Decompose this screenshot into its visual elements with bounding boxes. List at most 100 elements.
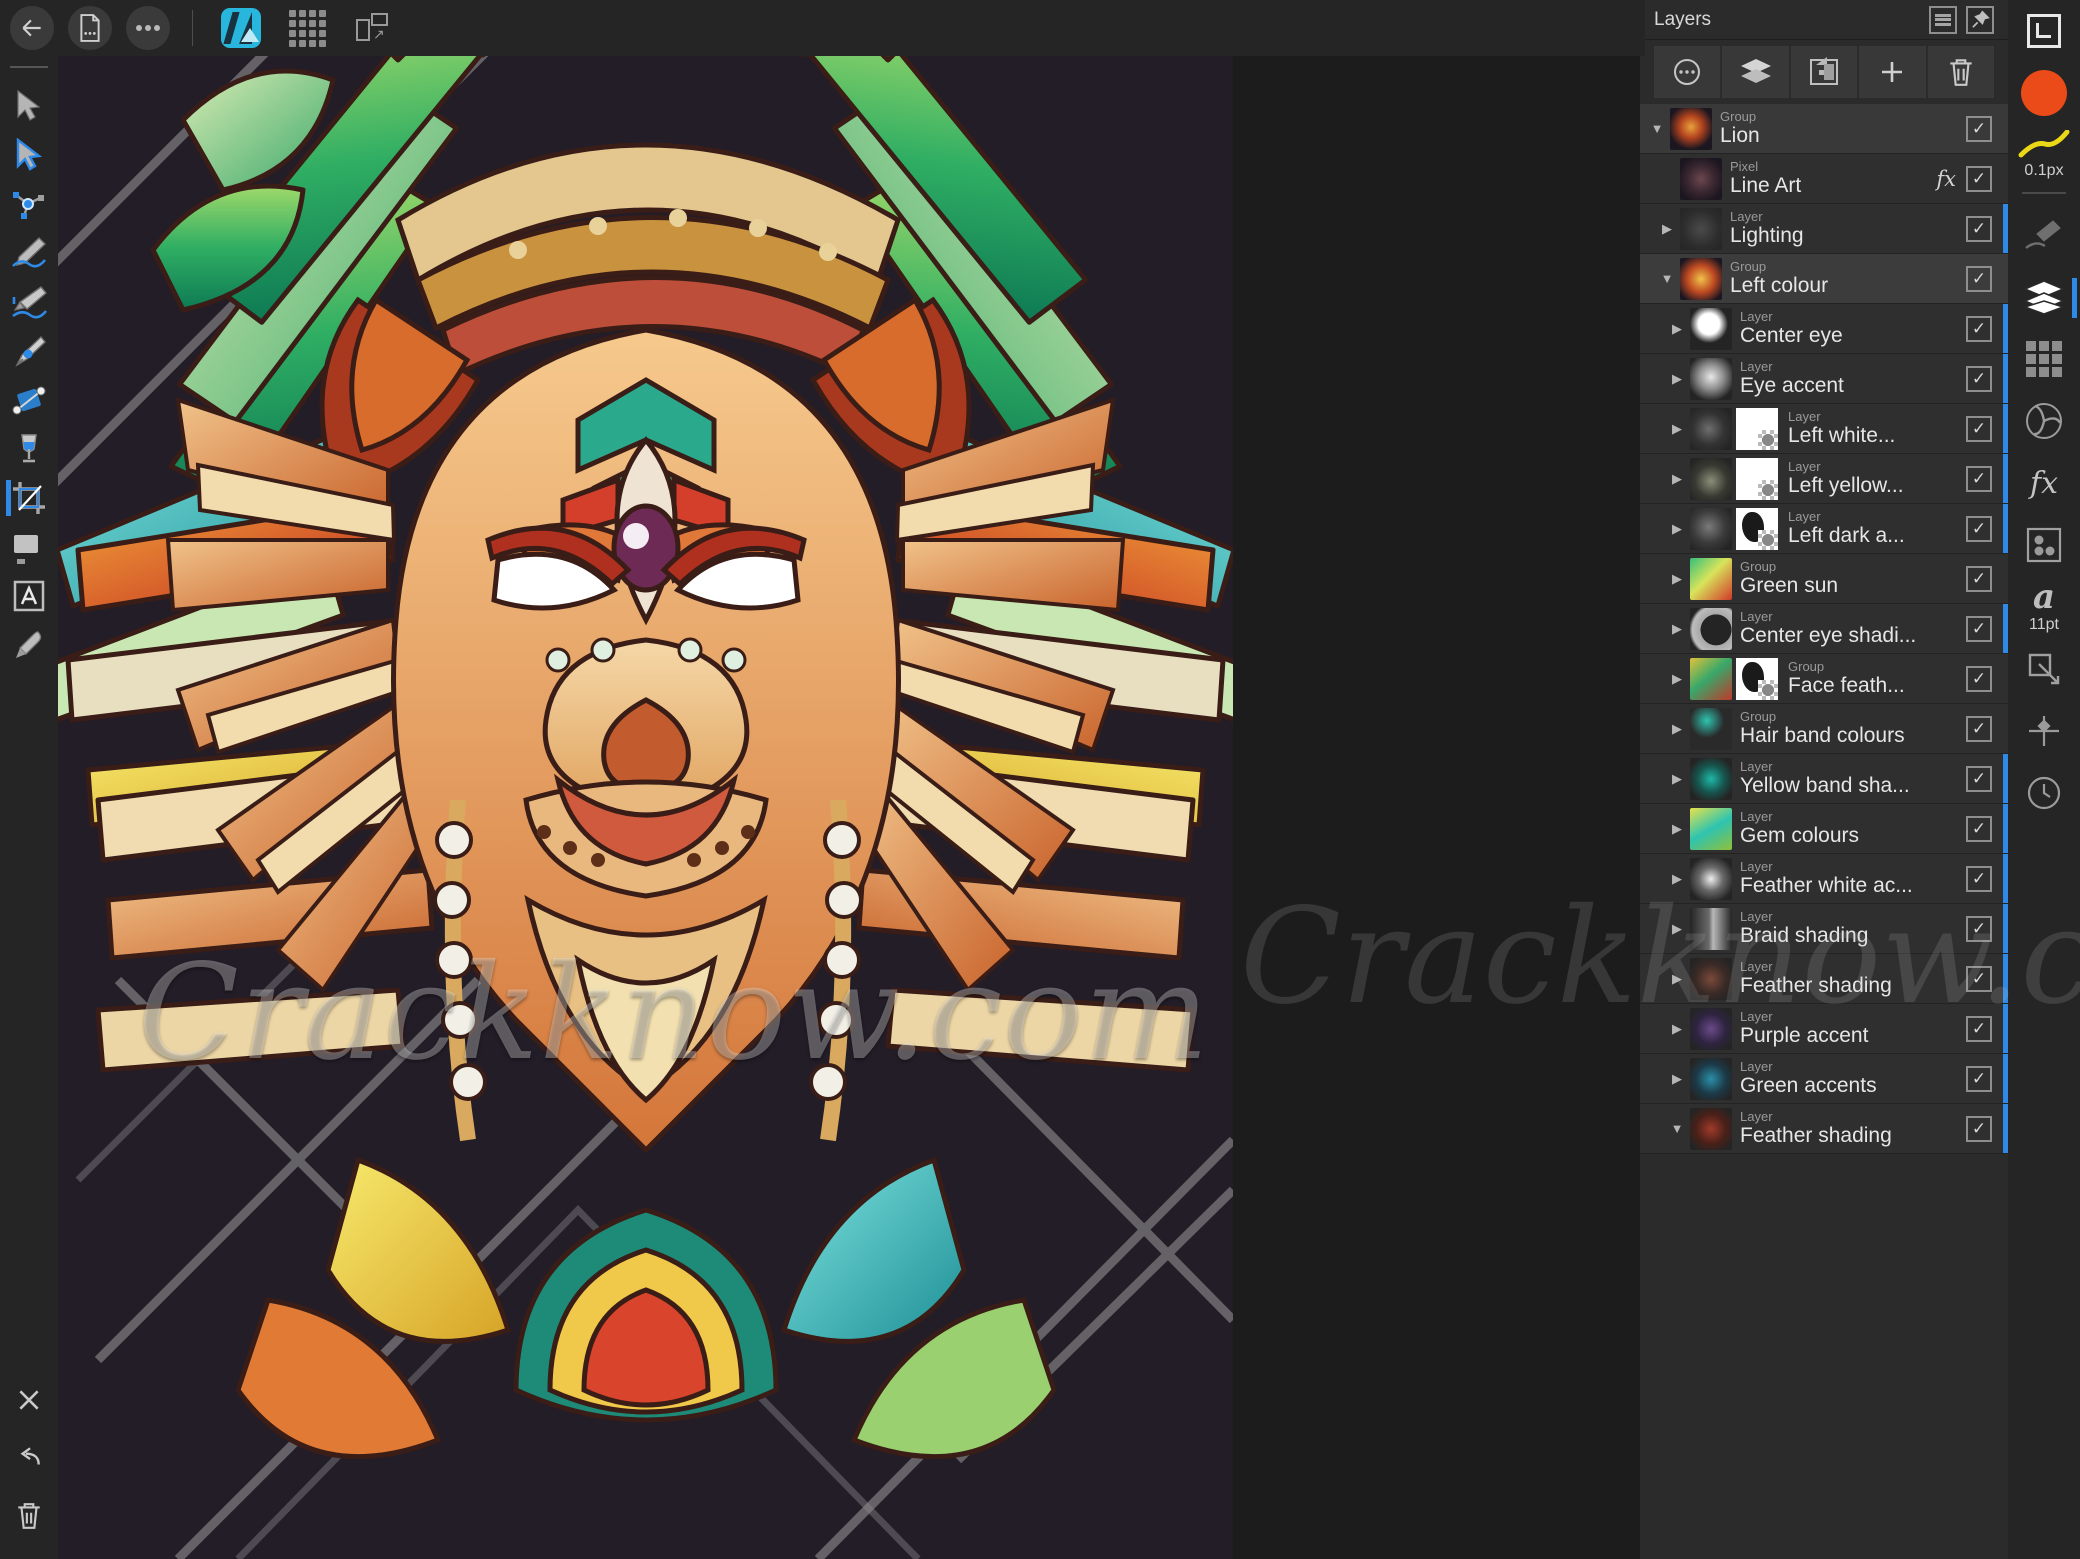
layer-row[interactable]: ▶ Layer Gem colours ✓ [1640, 804, 2008, 854]
disclosure-right-icon[interactable]: ▶ [1664, 1021, 1690, 1037]
layer-visibility-checkbox[interactable]: ✓ [1966, 865, 1992, 892]
layer-visibility-checkbox[interactable]: ✓ [1966, 415, 1992, 442]
delete-layer-button[interactable] [1927, 46, 1995, 98]
layer-row[interactable]: ▶ Group Hair band colours ✓ [1640, 704, 2008, 754]
layers-list[interactable]: ▼GroupLion✓▶PixelLine Artfx✓▶LayerLighti… [1640, 104, 2008, 1559]
layer-visibility-checkbox[interactable]: ✓ [1966, 1065, 1992, 1092]
disclosure-down-icon[interactable]: ▼ [1654, 271, 1680, 286]
add-layer-button[interactable] [1859, 46, 1926, 98]
pin-panel-button[interactable] [1966, 5, 1994, 34]
tool-corner[interactable] [0, 180, 58, 228]
layer-visibility-checkbox[interactable]: ✓ [1966, 615, 1992, 642]
disclosure-down-icon[interactable]: ▼ [1644, 121, 1670, 136]
adjustments-studio[interactable] [2008, 514, 2080, 576]
layer-visibility-checkbox[interactable]: ✓ [1966, 815, 1992, 842]
layer-row[interactable]: ▶PixelLine Artfx✓ [1640, 154, 2008, 204]
mask-layer-button[interactable] [1790, 46, 1858, 98]
layer-visibility-checkbox[interactable]: ✓ [1966, 515, 1992, 542]
back-button[interactable] [10, 6, 54, 50]
layer-row[interactable]: ▶ Layer Green accents ✓ [1640, 1054, 2008, 1104]
layer-visibility-checkbox[interactable]: ✓ [1966, 965, 1992, 992]
disclosure-right-icon[interactable]: ▶ [1664, 571, 1690, 587]
layer-row[interactable]: ▶ Layer Lighting ✓ [1640, 204, 2008, 254]
layer-row[interactable]: ▼ Layer Feather shading ✓ [1640, 1104, 2008, 1154]
document-menu-button[interactable] [68, 6, 112, 50]
layer-visibility-checkbox[interactable]: ✓ [1966, 115, 1992, 142]
colour-swatch[interactable] [2008, 62, 2080, 124]
tool-vector-brush[interactable] [0, 278, 58, 326]
layer-row[interactable]: ▶ Layer Left white... ✓ [1640, 404, 2008, 454]
tool-node[interactable] [0, 131, 58, 179]
layer-visibility-checkbox[interactable]: ✓ [1966, 165, 1992, 192]
layer-visibility-checkbox[interactable]: ✓ [1966, 765, 1992, 792]
persona-designer-button[interactable] [219, 6, 263, 50]
layer-row[interactable]: ▶ Layer Eye accent ✓ [1640, 354, 2008, 404]
disclosure-right-icon[interactable]: ▶ [1654, 221, 1680, 237]
layer-visibility-checkbox[interactable]: ✓ [1966, 1015, 1992, 1042]
text-studio[interactable]: a 11pt [2008, 576, 2080, 638]
delete-button[interactable] [0, 1487, 58, 1545]
tool-pen[interactable] [0, 327, 58, 375]
layer-row[interactable]: ▼ Group Left colour ✓ [1640, 254, 2008, 304]
disclosure-right-icon[interactable]: ▶ [1664, 671, 1690, 687]
disclosure-right-icon[interactable]: ▶ [1664, 771, 1690, 787]
persona-export-button[interactable]: ↗ [351, 6, 395, 50]
layer-row[interactable]: ▶ Layer Left dark a... ✓ [1640, 504, 2008, 554]
tool-pencil[interactable] [0, 229, 58, 277]
layer-visibility-checkbox[interactable]: ✓ [1966, 715, 1992, 742]
history-studio[interactable] [2008, 762, 2080, 824]
layer-effects-badge[interactable]: fx [1936, 167, 1956, 191]
layer-visibility-checkbox[interactable]: ✓ [1966, 315, 1992, 342]
persona-pixel-button[interactable] [285, 6, 329, 50]
layer-visibility-checkbox[interactable]: ✓ [1966, 465, 1992, 492]
disclosure-right-icon[interactable]: ▶ [1664, 721, 1690, 737]
disclosure-right-icon[interactable]: ▶ [1664, 521, 1690, 537]
swatches-studio[interactable] [2008, 328, 2080, 390]
tool-crop[interactable] [0, 474, 58, 522]
layer-row[interactable]: ▼ Group Lion ✓ [1640, 104, 2008, 154]
tool-fill[interactable] [0, 425, 58, 473]
layer-visibility-checkbox[interactable]: ✓ [1966, 915, 1992, 942]
undo-button[interactable] [0, 1429, 58, 1487]
tool-rectangle[interactable] [0, 523, 58, 571]
brushes-studio[interactable] [2008, 204, 2080, 266]
cancel-button[interactable] [0, 1371, 58, 1429]
layer-row[interactable]: ▶ Layer Yellow band sha... ✓ [1640, 754, 2008, 804]
layer-visibility-checkbox[interactable]: ✓ [1966, 1115, 1992, 1142]
tool-colour-picker[interactable] [0, 621, 58, 669]
disclosure-right-icon[interactable]: ▶ [1664, 471, 1690, 487]
fit-screen-button[interactable] [2008, 0, 2080, 62]
disclosure-right-icon[interactable]: ▶ [1664, 971, 1690, 987]
disclosure-right-icon[interactable]: ▶ [1664, 621, 1690, 637]
panel-menu-button[interactable] [1929, 5, 1957, 34]
layer-row[interactable]: ▶ Group Face feath... ✓ [1640, 654, 2008, 704]
layer-options-button[interactable] [1654, 46, 1721, 98]
layers-studio[interactable] [2008, 266, 2080, 328]
layer-row[interactable]: ▶ Group Green sun ✓ [1640, 554, 2008, 604]
layer-visibility-checkbox[interactable]: ✓ [1966, 215, 1992, 242]
disclosure-right-icon[interactable]: ▶ [1664, 421, 1690, 437]
layer-row[interactable]: ▶ Layer Braid shading ✓ [1640, 904, 2008, 954]
disclosure-right-icon[interactable]: ▶ [1664, 371, 1690, 387]
colour-studio[interactable] [2008, 390, 2080, 452]
layer-row[interactable]: ▶ Layer Purple accent ✓ [1640, 1004, 2008, 1054]
layer-row[interactable]: ▶ Layer Center eye ✓ [1640, 304, 2008, 354]
merge-layers-button[interactable] [1722, 46, 1789, 98]
tool-artistic-text[interactable] [0, 572, 58, 620]
navigator-studio[interactable] [2008, 700, 2080, 762]
tool-move[interactable] [0, 82, 58, 130]
disclosure-right-icon[interactable]: ▶ [1664, 871, 1690, 887]
transform-studio[interactable] [2008, 638, 2080, 700]
tool-shape-builder[interactable] [0, 376, 58, 424]
layer-visibility-checkbox[interactable]: ✓ [1966, 565, 1992, 592]
layer-row[interactable]: ▶ Layer Left yellow... ✓ [1640, 454, 2008, 504]
canvas-viewport[interactable]: Crackknow.com [58, 56, 1233, 1559]
effects-studio[interactable]: fx [2008, 452, 2080, 514]
layer-row[interactable]: ▶ Layer Feather shading ✓ [1640, 954, 2008, 1004]
stroke-width-control[interactable]: 0.1px [2008, 124, 2080, 186]
disclosure-right-icon[interactable]: ▶ [1664, 921, 1690, 937]
disclosure-right-icon[interactable]: ▶ [1664, 821, 1690, 837]
layer-visibility-checkbox[interactable]: ✓ [1966, 265, 1992, 292]
layer-visibility-checkbox[interactable]: ✓ [1966, 665, 1992, 692]
layer-row[interactable]: ▶ Layer Feather white ac... ✓ [1640, 854, 2008, 904]
